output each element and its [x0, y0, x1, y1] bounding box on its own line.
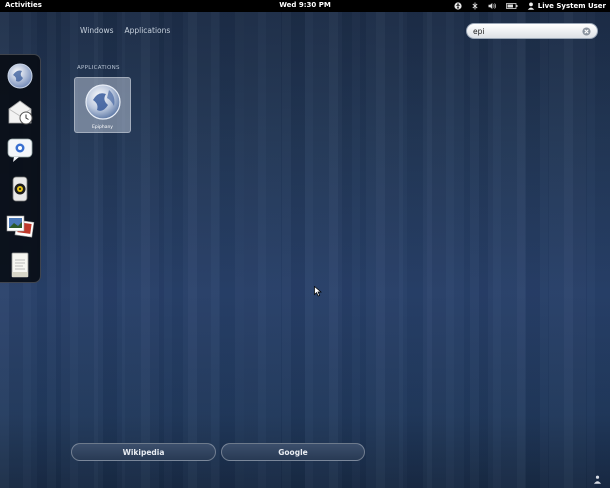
system-tray: Live System User — [454, 0, 606, 12]
mouse-pointer-icon — [314, 286, 322, 297]
speaker-icon — [12, 176, 28, 202]
web-browser-icon — [7, 63, 33, 89]
documents-icon — [11, 252, 29, 278]
applications-section-label: APPLICATIONS — [77, 65, 120, 71]
dash-item-chat[interactable] — [5, 135, 35, 165]
tab-applications[interactable]: Applications — [124, 26, 170, 35]
tab-windows[interactable]: Windows — [80, 26, 113, 35]
dash-item-documents[interactable] — [5, 250, 35, 280]
dash — [0, 54, 41, 283]
clear-icon[interactable] — [582, 26, 591, 36]
dash-item-photos[interactable] — [5, 212, 35, 242]
google-search-button[interactable]: Google — [221, 443, 365, 461]
chat-icon — [7, 138, 33, 162]
search-input[interactable]: epi — [473, 27, 582, 36]
volume-icon[interactable] — [488, 2, 497, 10]
message-tray-icon[interactable] — [593, 475, 602, 484]
epiphany-icon — [85, 84, 121, 120]
app-result-epiphany[interactable]: Epiphany — [74, 77, 131, 133]
user-menu[interactable]: Live System User — [527, 2, 606, 10]
dash-item-web-browser[interactable] — [5, 61, 35, 91]
dash-item-mail[interactable] — [5, 97, 35, 127]
top-panel: Activities Wed 9:30 PM Live System User — [0, 0, 610, 12]
wikipedia-search-button[interactable]: Wikipedia — [71, 443, 216, 461]
photos-icon — [6, 215, 35, 238]
app-result-label: Epiphany — [92, 125, 113, 130]
user-icon — [527, 2, 534, 10]
user-name: Live System User — [537, 2, 606, 10]
network-icon[interactable] — [471, 2, 479, 10]
battery-icon[interactable] — [505, 2, 518, 10]
search-entry[interactable]: epi — [466, 23, 598, 39]
dash-item-speaker[interactable] — [5, 174, 35, 204]
accessibility-icon[interactable] — [454, 2, 462, 10]
view-selector: Windows Applications — [80, 26, 170, 35]
mail-clock-icon — [8, 100, 33, 125]
